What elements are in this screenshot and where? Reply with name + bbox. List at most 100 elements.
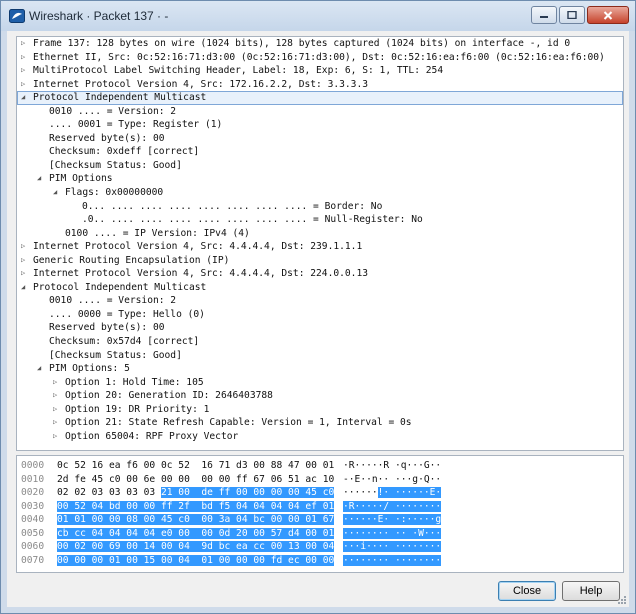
tree-row[interactable]: ◢ Protocol Independent Multicast	[17, 281, 623, 295]
tree-row-label: Protocol Independent Multicast	[33, 92, 207, 104]
hex-row: 0010 2d fe 45 c0 00 6e 00 00 00 00 ff 67 …	[17, 473, 623, 487]
tree-row-label: Flags: 0x00000000	[65, 187, 164, 199]
ascii-bytes[interactable]: ······!· ······E·	[343, 486, 442, 500]
tree-row[interactable]: ▷ Option 20: Generation ID: 2646403788	[17, 389, 623, 403]
expand-arrow-icon[interactable]: ▷	[21, 254, 25, 268]
ascii-bytes[interactable]: ········ ········	[343, 554, 442, 568]
tree-row[interactable]: .... 0000 = Type: Hello (0)	[17, 308, 623, 322]
tree-row-label: Option 21: State Refresh Capable: Versio…	[65, 417, 412, 429]
close-window-button[interactable]	[587, 6, 629, 24]
tree-row[interactable]: ◢ PIM Options	[17, 172, 623, 186]
tree-row-label: [Checksum Status: Good]	[49, 349, 182, 361]
expand-arrow-icon[interactable]: ▷	[21, 240, 25, 254]
collapse-arrow-icon[interactable]: ◢	[21, 281, 25, 295]
tree-row-label: Protocol Independent Multicast	[33, 281, 207, 293]
tree-row[interactable]: ▷ Ethernet II, Src: 0c:52:16:71:d3:00 (0c…	[17, 51, 623, 65]
expand-arrow-icon[interactable]: ▷	[21, 64, 25, 78]
tree-row-label: Generic Routing Encapsulation (IP)	[33, 254, 230, 266]
hex-bytes[interactable]: cb cc 04 04 04 04 e0 00 00 0d 20 00 57 d…	[57, 527, 335, 541]
hex-offset: 0060	[21, 541, 45, 552]
tree-row[interactable]: [Checksum Status: Good]	[17, 349, 623, 363]
ascii-bytes[interactable]: -·E··n·· ···g·Q··	[343, 473, 441, 487]
ascii-bytes[interactable]: ······E· ·:·····g	[343, 513, 442, 527]
tree-row[interactable]: ▷ Internet Protocol Version 4, Src: 4.4.4…	[17, 267, 623, 281]
tree-row[interactable]: ▷ Frame 137: 128 bytes on wire (1024 bits…	[17, 37, 623, 51]
hex-bytes[interactable]: 01 01 00 00 08 00 45 c0 00 3a 04 bc 00 0…	[57, 513, 335, 527]
tree-row[interactable]: 0010 .... = Version: 2	[17, 105, 623, 119]
resize-grip-icon[interactable]	[617, 595, 627, 605]
tree-row[interactable]: [Checksum Status: Good]	[17, 159, 623, 173]
hex-row: 0030 00 52 04 bd 00 00 ff 2f bd f5 04 04 …	[17, 500, 623, 514]
tree-row-label: MultiProtocol Label Switching Header, La…	[33, 65, 444, 77]
close-icon	[603, 10, 613, 20]
tree-row-label: Checksum: 0xdeff [correct]	[49, 146, 200, 158]
ascii-bytes[interactable]: ········ ·· ·W···	[343, 527, 442, 541]
hex-bytes[interactable]: 2d fe 45 c0 00 6e 00 00 00 00 ff 67 06 5…	[57, 473, 334, 487]
tree-row-label: PIM Options	[49, 173, 113, 185]
tree-row-label: 0010 .... = Version: 2	[49, 295, 177, 307]
tree-row[interactable]: Checksum: 0x57d4 [correct]	[17, 335, 623, 349]
tree-row[interactable]: Checksum: 0xdeff [correct]	[17, 145, 623, 159]
tree-row[interactable]: ▷ Internet Protocol Version 4, Src: 172.1…	[17, 78, 623, 92]
wireshark-fin-icon	[9, 9, 25, 23]
tree-row-label: Option 65004: RPF Proxy Vector	[65, 430, 239, 442]
expand-arrow-icon[interactable]: ▷	[53, 376, 57, 390]
packet-details-tree[interactable]: ▷ Frame 137: 128 bytes on wire (1024 bits…	[16, 36, 624, 451]
hex-bytes[interactable]: 00 00 00 01 00 15 00 04 01 00 00 00 fd e…	[57, 554, 335, 568]
collapse-arrow-icon[interactable]: ◢	[37, 172, 41, 186]
minimize-button[interactable]	[531, 6, 557, 24]
tree-row[interactable]: ▷ Option 65004: RPF Proxy Vector	[17, 430, 623, 444]
hex-bytes[interactable]: 00 52 04 bd 00 00 ff 2f bd f5 04 04 04 0…	[57, 500, 335, 514]
tree-row[interactable]: ◢ Protocol Independent Multicast	[17, 91, 623, 105]
ascii-bytes[interactable]: ···i···· ········	[343, 540, 442, 554]
hex-bytes[interactable]: 0c 52 16 ea f6 00 0c 52 16 71 d3 00 88 4…	[57, 459, 334, 473]
tree-row[interactable]: ◢ Flags: 0x00000000	[17, 186, 623, 200]
hex-bytes[interactable]: 00 02 00 69 00 14 00 04 9d bc ea cc 00 1…	[57, 540, 335, 554]
expand-arrow-icon[interactable]: ▷	[53, 403, 57, 417]
close-button[interactable]: Close	[498, 581, 556, 601]
tree-row[interactable]: Reserved byte(s): 00	[17, 132, 623, 146]
hex-row: 0040 01 01 00 00 08 00 45 c0 00 3a 04 bc …	[17, 513, 623, 527]
ascii-bytes[interactable]: ·R·····R ·q···G··	[343, 459, 441, 473]
tree-row-label: Checksum: 0x57d4 [correct]	[49, 336, 200, 348]
tree-row[interactable]: ▷ MultiProtocol Label Switching Header, L…	[17, 64, 623, 78]
expand-arrow-icon[interactable]: ▷	[21, 78, 25, 92]
tree-row[interactable]: .... 0001 = Type: Register (1)	[17, 118, 623, 132]
tree-row-label: Internet Protocol Version 4, Src: 4.4.4.…	[33, 241, 363, 253]
packet-bytes-pane[interactable]: 0000 0c 52 16 ea f6 00 0c 52 16 71 d3 00 …	[16, 455, 624, 573]
maximize-button[interactable]	[559, 6, 585, 24]
expand-arrow-icon[interactable]: ▷	[53, 389, 57, 403]
expand-arrow-icon[interactable]: ▷	[21, 37, 25, 51]
tree-row-label: PIM Options: 5	[49, 363, 130, 375]
tree-row[interactable]: ▷ Option 21: State Refresh Capable: Versi…	[17, 416, 623, 430]
expand-arrow-icon[interactable]: ▷	[21, 267, 25, 281]
hex-bytes[interactable]: 02 02 03 03 03 03 21 00 de ff 00 00 00 0…	[57, 486, 335, 500]
tree-row[interactable]: 0... .... .... .... .... .... .... .... …	[17, 200, 623, 214]
hex-offset: 0000	[21, 460, 45, 471]
tree-row[interactable]: ▷ Option 1: Hold Time: 105	[17, 376, 623, 390]
help-button[interactable]: Help	[562, 581, 620, 601]
expand-arrow-icon[interactable]: ▷	[21, 51, 25, 65]
tree-row-label: .... 0001 = Type: Register (1)	[49, 119, 223, 131]
tree-row-label: Frame 137: 128 bytes on wire (1024 bits)…	[33, 38, 571, 49]
tree-row[interactable]: ▷ Option 19: DR Priority: 1	[17, 403, 623, 417]
tree-row[interactable]: .0.. .... .... .... .... .... .... .... …	[17, 213, 623, 227]
tree-row[interactable]: 0100 .... = IP Version: IPv4 (4)	[17, 227, 623, 241]
tree-row[interactable]: ▷ Internet Protocol Version 4, Src: 4.4.4…	[17, 240, 623, 254]
collapse-arrow-icon[interactable]: ◢	[37, 362, 41, 376]
tree-row[interactable]: ▷ Generic Routing Encapsulation (IP)	[17, 254, 623, 268]
packet-dialog-window: Wireshark · Packet 137 · - ▷ Frame 137: 1…	[0, 0, 636, 614]
tree-row-label: Reserved byte(s): 00	[49, 132, 165, 144]
title-bar[interactable]: Wireshark · Packet 137 · -	[1, 1, 635, 31]
collapse-arrow-icon[interactable]: ◢	[53, 186, 57, 200]
tree-row[interactable]: 0010 .... = Version: 2	[17, 294, 623, 308]
minimize-icon	[540, 16, 548, 18]
expand-arrow-icon[interactable]: ▷	[53, 430, 57, 444]
tree-row[interactable]: ◢ PIM Options: 5	[17, 362, 623, 376]
tree-row[interactable]: Reserved byte(s): 00	[17, 321, 623, 335]
tree-row-label: .0.. .... .... .... .... .... .... .... …	[82, 214, 423, 226]
ascii-bytes[interactable]: ·R·····/ ········	[343, 500, 442, 514]
expand-arrow-icon[interactable]: ▷	[53, 416, 57, 430]
window-title: Wireshark · Packet 137 · -	[29, 9, 169, 23]
collapse-arrow-icon[interactable]: ◢	[21, 91, 25, 105]
